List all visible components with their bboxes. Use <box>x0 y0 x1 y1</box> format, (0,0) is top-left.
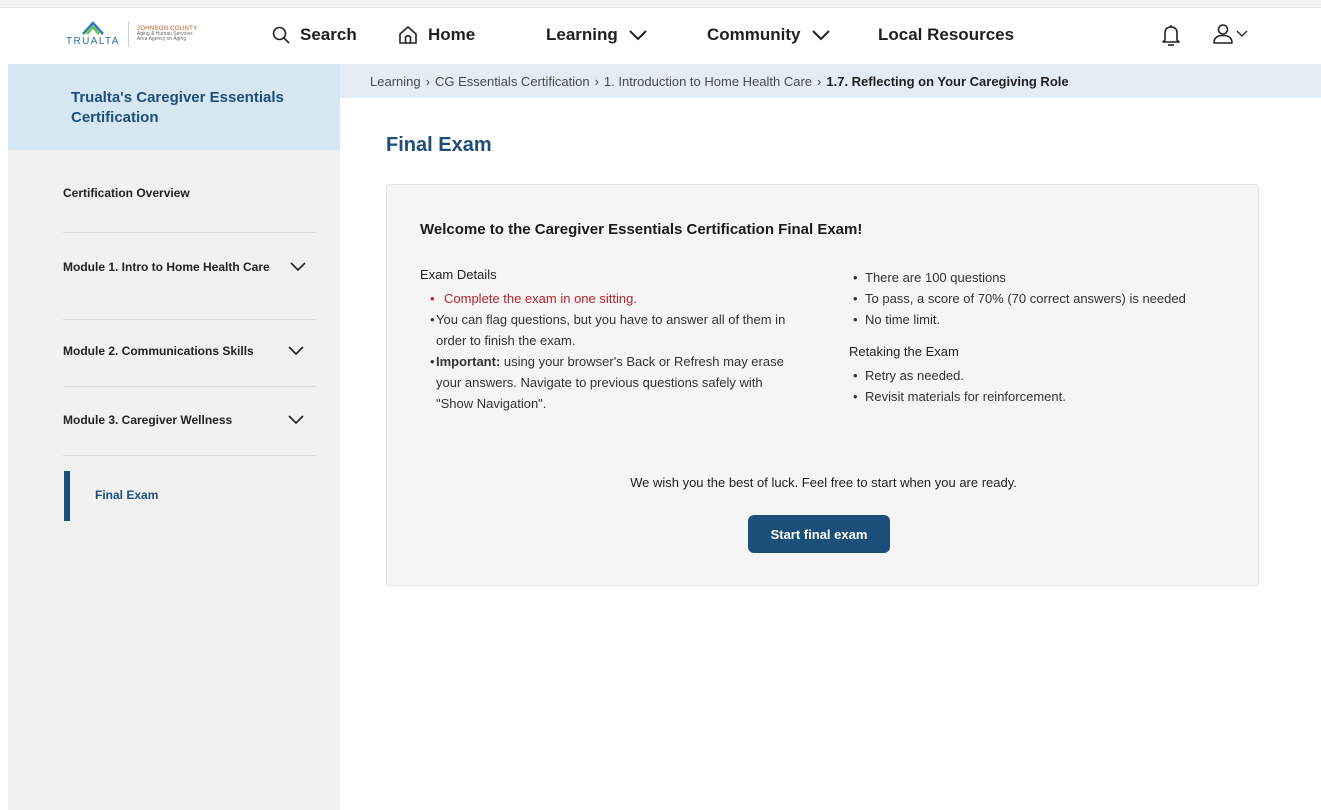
nav-search[interactable]: Search <box>272 22 357 48</box>
one-sitting-note: Complete the exam in one sitting. <box>444 291 637 306</box>
exam-details-list: Complete the exam in one sitting. You ca… <box>420 288 800 414</box>
user-menu-button[interactable] <box>1212 23 1248 45</box>
nav-home[interactable]: Home <box>398 22 475 48</box>
exam-rules-column: There are 100 questions To pass, a score… <box>849 267 1239 407</box>
list-item: No time limit. <box>849 309 1239 330</box>
list-item: To pass, a score of 70% (70 correct answ… <box>849 288 1239 309</box>
sidebar-header: Trualta's Caregiver Essentials Certifica… <box>8 64 340 150</box>
nav-community[interactable]: Community <box>707 22 831 48</box>
nav-local-resources[interactable]: Local Resources <box>878 22 1014 48</box>
user-icon <box>1213 24 1233 44</box>
logo-divider <box>127 21 129 47</box>
trualta-logo[interactable]: TRUALTA JOHNSON COUNTY Aging & Human Ser… <box>66 21 197 47</box>
county-logo: JOHNSON COUNTY Aging & Human Services Ar… <box>137 26 198 43</box>
sidebar-item-certification-overview[interactable]: Certification Overview <box>63 186 316 200</box>
list-item: Revisit materials for reinforcement. <box>849 386 1239 407</box>
chevron-down-icon <box>629 30 647 41</box>
notifications-button[interactable] <box>1162 24 1180 51</box>
breadcrumb-current: 1.7. Reflecting on Your Caregiving Role <box>826 74 1069 89</box>
exam-rules-list: There are 100 questions To pass, a score… <box>849 267 1239 330</box>
chevron-down-icon <box>1236 30 1248 37</box>
chevron-down-icon[interactable] <box>290 262 306 272</box>
sidebar-item-label: Module 3. Caregiver Wellness <box>63 413 233 427</box>
sidebar-item-module-1[interactable]: Module 1. Intro to Home Health Care <box>63 258 316 276</box>
breadcrumb-link[interactable]: 1. Introduction to Home Health Care <box>604 74 812 89</box>
chevron-down-icon[interactable] <box>288 415 304 425</box>
list-item: Complete the exam in one sitting. <box>420 288 800 309</box>
sidebar-item-label: Certification Overview <box>63 186 190 200</box>
exam-info-card: Welcome to the Caregiver Essentials Cert… <box>386 184 1259 586</box>
retaking-list: Retry as needed. Revisit materials for r… <box>849 365 1239 407</box>
sidebar-divider <box>63 455 316 456</box>
county-line-3: Area Agency on Aging <box>136 36 187 43</box>
nav-learning-label: Learning <box>546 25 618 44</box>
sidebar-item-label: Module 1. Intro to Home Health Care <box>63 260 270 274</box>
page-title: Final Exam <box>386 134 492 156</box>
chevron-down-icon[interactable] <box>288 346 304 356</box>
list-item: Important: using your browser's Back or … <box>420 351 800 414</box>
chevron-right-icon: › <box>425 74 430 89</box>
logo-text: TRUALTA <box>66 36 120 47</box>
list-item: There are 100 questions <box>849 267 1239 288</box>
nav-community-label: Community <box>707 25 801 44</box>
breadcrumb-link[interactable]: CG Essentials Certification <box>435 74 590 89</box>
sidebar-divider <box>63 386 316 387</box>
nav-search-label: Search <box>300 25 357 44</box>
sidebar-item-final-exam[interactable]: Final Exam <box>95 488 158 502</box>
important-label: Important: <box>436 354 501 369</box>
sidebar-title: Trualta's Caregiver Essentials Certifica… <box>71 89 284 126</box>
breadcrumb: Learning › CG Essentials Certification › 1. … <box>340 64 1321 98</box>
list-item: You can flag questions, but you have to … <box>420 309 800 351</box>
nav-learning[interactable]: Learning <box>546 22 648 48</box>
sidebar: Trualta's Caregiver Essentials Certifica… <box>8 64 340 810</box>
start-final-exam-button[interactable]: Start final exam <box>748 515 890 553</box>
exam-details-column: Exam Details Complete the exam in one si… <box>420 267 800 414</box>
trualta-logo-mark: TRUALTA <box>66 21 120 47</box>
nav-home-label: Home <box>428 25 476 44</box>
search-icon <box>272 26 290 44</box>
nav-local-resources-label: Local Resources <box>878 25 1015 44</box>
active-item-indicator <box>64 471 70 521</box>
retaking-label: Retaking the Exam <box>849 344 959 359</box>
breadcrumb-link[interactable]: Learning <box>370 74 421 89</box>
home-icon <box>399 26 417 44</box>
flag-note: You can flag questions, but you have to … <box>436 312 786 348</box>
sidebar-divider <box>63 319 316 320</box>
top-header: TRUALTA JOHNSON COUNTY Aging & Human Ser… <box>0 9 1321 64</box>
sidebar-divider <box>63 232 316 233</box>
exam-details-label: Exam Details <box>420 267 497 282</box>
bell-icon <box>1162 25 1180 46</box>
chevron-down-icon <box>811 30 830 41</box>
top-strip <box>0 0 1321 8</box>
sidebar-item-module-3[interactable]: Module 3. Caregiver Wellness <box>63 413 316 427</box>
good-luck-message: We wish you the best of luck. Feel free … <box>630 475 1017 490</box>
chevron-right-icon: › <box>817 74 822 89</box>
sidebar-item-module-2[interactable]: Module 2. Communications Skills <box>63 344 316 358</box>
list-item: Retry as needed. <box>849 365 1239 386</box>
chevron-right-icon: › <box>594 74 599 89</box>
trualta-chevron-icon <box>82 21 104 35</box>
card-heading: Welcome to the Caregiver Essentials Cert… <box>420 221 863 238</box>
sidebar-item-label: Module 2. Communications Skills <box>63 344 254 358</box>
